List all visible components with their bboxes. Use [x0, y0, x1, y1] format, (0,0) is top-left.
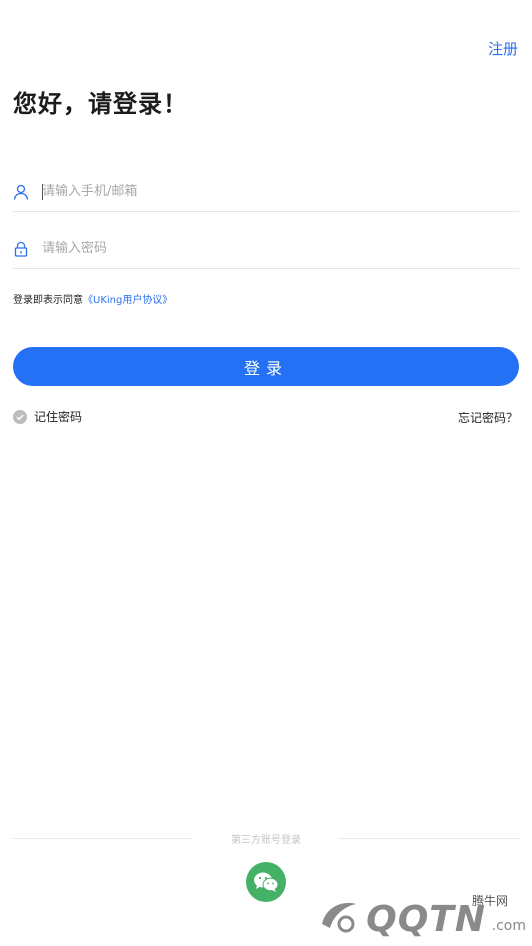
phone-email-field: [13, 172, 519, 212]
check-circle-icon[interactable]: [13, 409, 27, 424]
password-field: [13, 229, 519, 269]
password-input[interactable]: [42, 241, 482, 256]
phone-email-input[interactable]: [42, 184, 482, 199]
wechat-icon: [254, 872, 279, 892]
user-icon: [13, 184, 29, 200]
site-watermark: 腾牛网 QQTN .com: [316, 892, 526, 942]
remember-password-toggle[interactable]: 记住密码: [13, 408, 82, 425]
third-party-label: 第三方账号登录: [231, 834, 301, 846]
remember-password-label: 记住密码: [34, 410, 83, 424]
watermark-logo-icon: [322, 902, 356, 933]
lock-icon: [13, 241, 29, 257]
watermark-brand: QQTN: [366, 899, 486, 940]
wechat-login-button[interactable]: [246, 862, 286, 902]
register-link[interactable]: 注册: [488, 38, 518, 59]
user-agreement-link[interactable]: 《UKing用户协议》: [83, 295, 172, 306]
login-button[interactable]: 登录: [13, 347, 519, 386]
forgot-password-link[interactable]: 忘记密码？: [458, 409, 518, 426]
divider-line: [339, 837, 519, 839]
divider-line: [13, 837, 193, 839]
agreement-text: 登录即表示同意《UKing用户协议》: [13, 291, 172, 306]
third-party-divider: 第三方账号登录: [13, 831, 519, 846]
page-title: 您好，请登录！: [13, 90, 188, 118]
watermark-domain: .com: [491, 918, 526, 934]
agreement-prefix: 登录即表示同意: [13, 295, 83, 306]
